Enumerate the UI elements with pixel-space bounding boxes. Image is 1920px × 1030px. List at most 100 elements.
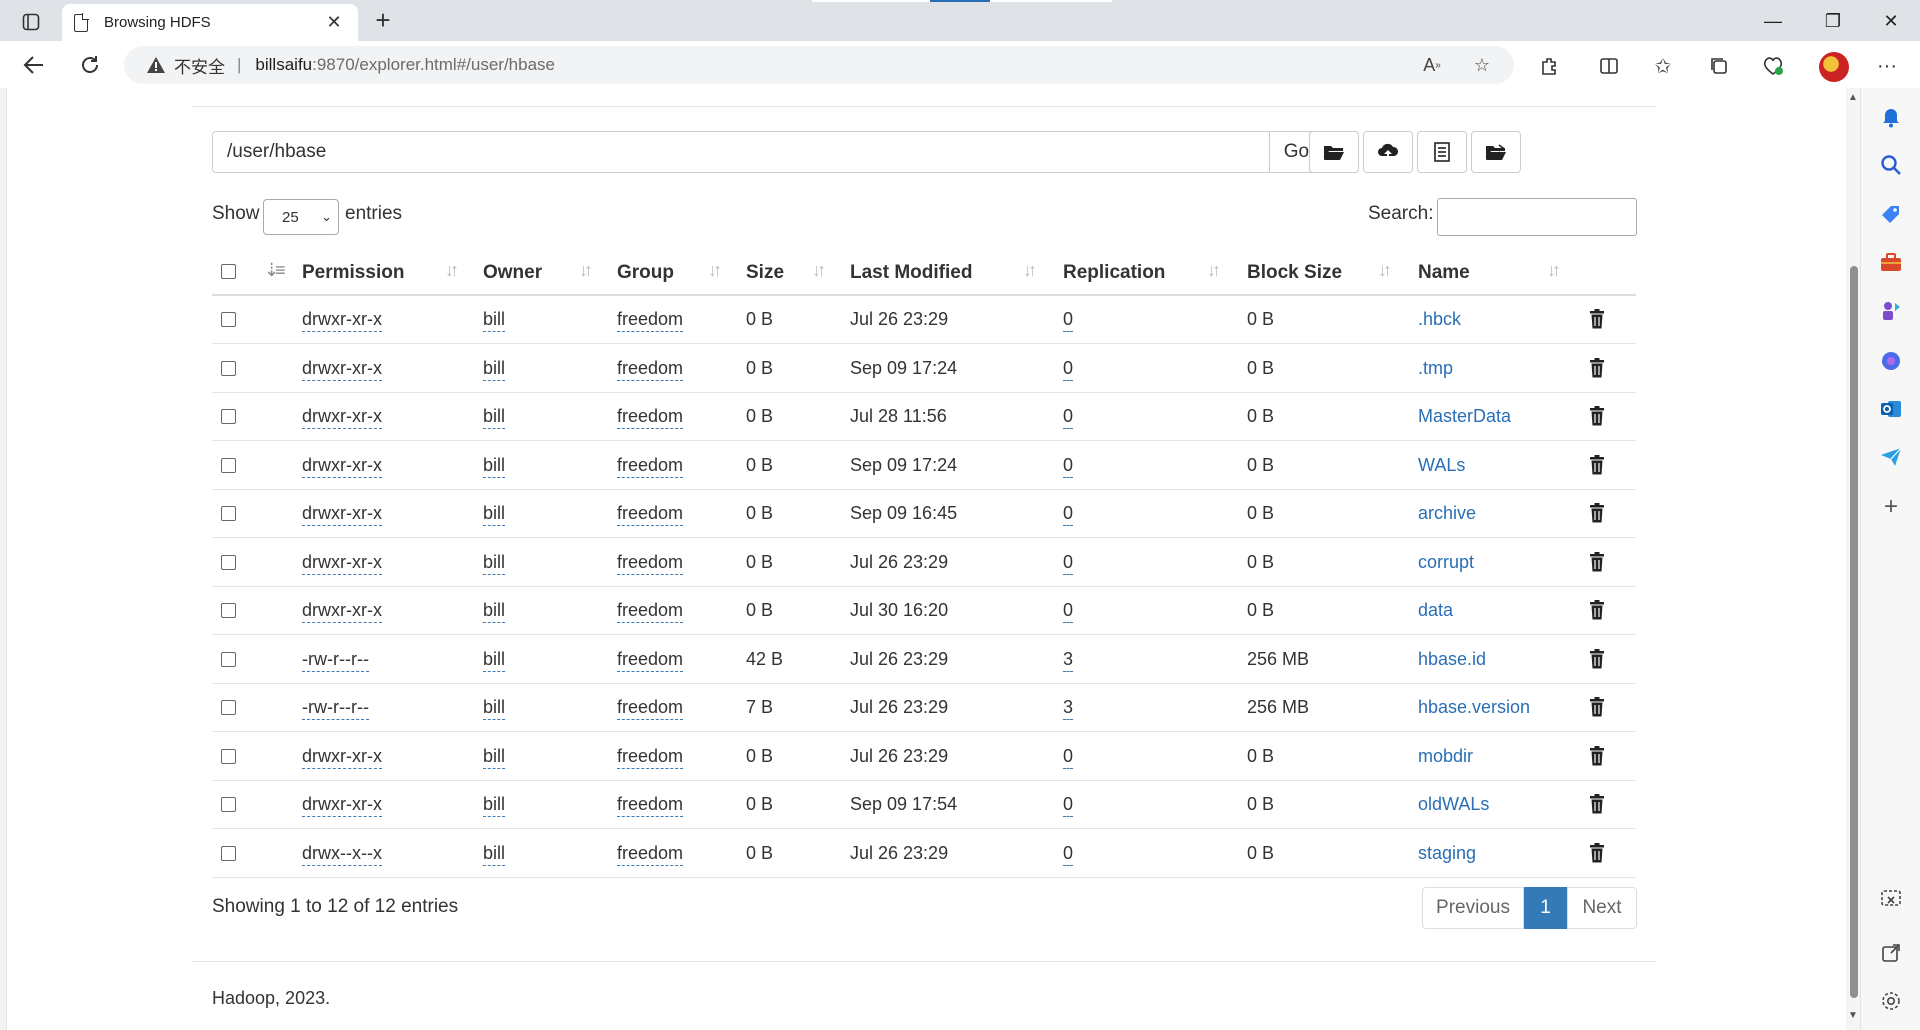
delete-trash-icon[interactable] bbox=[1589, 600, 1605, 620]
delete-trash-icon[interactable] bbox=[1589, 503, 1605, 523]
profile-avatar[interactable] bbox=[1819, 52, 1849, 82]
permission-value[interactable]: drwxr-xr-x bbox=[302, 455, 382, 478]
row-checkbox[interactable] bbox=[221, 748, 236, 764]
reload-button[interactable] bbox=[74, 49, 106, 81]
col-size[interactable]: Size bbox=[746, 262, 784, 284]
permission-value[interactable]: -rw-r--r-- bbox=[302, 697, 369, 720]
group-value[interactable]: freedom bbox=[617, 406, 684, 429]
back-button[interactable] bbox=[18, 49, 50, 81]
owner-value[interactable]: bill bbox=[483, 552, 506, 575]
sort-icon[interactable]: ↓↑ bbox=[1023, 260, 1037, 281]
group-value[interactable]: freedom bbox=[617, 358, 684, 381]
page-1-button[interactable]: 1 bbox=[1524, 887, 1567, 929]
tools-briefcase-icon[interactable] bbox=[1876, 248, 1906, 278]
cut-paste-button[interactable] bbox=[1417, 131, 1467, 173]
owner-value[interactable]: bill bbox=[483, 843, 506, 866]
row-checkbox[interactable] bbox=[221, 797, 236, 812]
file-name-link[interactable]: hbase.id bbox=[1418, 649, 1486, 670]
collections-icon[interactable] bbox=[1702, 49, 1736, 83]
minimize-button[interactable]: — bbox=[1750, 6, 1796, 36]
replication-value[interactable]: 0 bbox=[1063, 746, 1074, 769]
scroll-down-icon[interactable]: ▼ bbox=[1848, 1010, 1858, 1021]
group-value[interactable]: freedom bbox=[617, 794, 684, 817]
owner-value[interactable]: bill bbox=[483, 406, 506, 429]
performance-icon[interactable] bbox=[1756, 49, 1790, 83]
group-value[interactable]: freedom bbox=[617, 843, 684, 866]
split-screen-icon[interactable] bbox=[1592, 49, 1626, 83]
search-input[interactable] bbox=[1437, 198, 1637, 236]
sort-icon[interactable]: ↓↑ bbox=[1378, 260, 1392, 281]
delete-trash-icon[interactable] bbox=[1589, 406, 1605, 426]
permission-value[interactable]: drwxr-xr-x bbox=[302, 309, 382, 332]
replication-value[interactable]: 0 bbox=[1063, 406, 1074, 429]
file-name-link[interactable]: archive bbox=[1418, 503, 1476, 524]
row-checkbox[interactable] bbox=[221, 506, 236, 521]
copilot-icon[interactable] bbox=[1876, 346, 1906, 376]
send-paper-plane-icon[interactable] bbox=[1876, 442, 1906, 472]
tab-close-icon[interactable]: ✕ bbox=[322, 12, 346, 33]
permission-value[interactable]: drwxr-xr-x bbox=[302, 503, 382, 526]
permission-value[interactable]: drwxr-xr-x bbox=[302, 600, 382, 623]
file-name-link[interactable]: staging bbox=[1418, 843, 1476, 864]
owner-value[interactable]: bill bbox=[483, 455, 506, 478]
replication-value[interactable]: 0 bbox=[1063, 309, 1074, 332]
col-owner[interactable]: Owner bbox=[483, 262, 542, 284]
permission-value[interactable]: drwxr-xr-x bbox=[302, 406, 382, 429]
delete-selected-button[interactable] bbox=[1471, 131, 1521, 173]
sort-icon[interactable]: ↓↑ bbox=[445, 260, 459, 281]
delete-trash-icon[interactable] bbox=[1589, 745, 1605, 766]
owner-value[interactable]: bill bbox=[483, 503, 506, 526]
more-menu-icon[interactable]: ··· bbox=[1870, 49, 1904, 83]
permission-value[interactable]: drwxr-xr-x bbox=[302, 794, 382, 817]
file-name-link[interactable]: WALs bbox=[1418, 455, 1465, 476]
row-checkbox[interactable] bbox=[221, 554, 236, 570]
file-name-link[interactable]: .hbck bbox=[1418, 309, 1461, 330]
entries-select[interactable]: 25 ⌄ bbox=[263, 199, 339, 235]
scroll-up-icon[interactable]: ▲ bbox=[1848, 92, 1858, 103]
row-checkbox[interactable] bbox=[221, 312, 236, 327]
group-value[interactable]: freedom bbox=[617, 455, 684, 478]
row-checkbox[interactable] bbox=[221, 651, 236, 667]
delete-trash-icon[interactable] bbox=[1589, 309, 1605, 329]
row-checkbox[interactable] bbox=[221, 603, 236, 618]
delete-trash-icon[interactable] bbox=[1589, 454, 1605, 475]
settings-gear-icon[interactable] bbox=[1876, 986, 1906, 1016]
group-value[interactable]: freedom bbox=[617, 309, 684, 332]
owner-value[interactable]: bill bbox=[483, 309, 506, 332]
owner-value[interactable]: bill bbox=[483, 600, 506, 623]
file-name-link[interactable]: mobdir bbox=[1418, 746, 1473, 767]
file-name-link[interactable]: oldWALs bbox=[1418, 794, 1489, 815]
group-value[interactable]: freedom bbox=[617, 552, 684, 575]
delete-trash-icon[interactable] bbox=[1589, 551, 1605, 572]
row-checkbox[interactable] bbox=[221, 845, 236, 861]
sort-icon[interactable]: ↓↑ bbox=[708, 260, 722, 281]
directory-path-input[interactable]: /user/hbase bbox=[212, 131, 1270, 173]
sort-default-icon[interactable]: ⇣≡ bbox=[264, 260, 286, 281]
replication-value[interactable]: 3 bbox=[1063, 697, 1074, 720]
add-sidebar-app-icon[interactable]: + bbox=[1876, 492, 1906, 522]
new-tab-button[interactable]: + bbox=[368, 6, 398, 36]
permission-value[interactable]: drwxr-xr-x bbox=[302, 358, 382, 381]
previous-button[interactable]: Previous bbox=[1422, 887, 1524, 929]
row-checkbox[interactable] bbox=[221, 457, 236, 473]
permission-value[interactable]: drwx--x--x bbox=[302, 843, 382, 866]
notification-bell-icon[interactable] bbox=[1876, 102, 1906, 132]
row-checkbox[interactable] bbox=[221, 700, 236, 715]
extensions-icon[interactable] bbox=[1532, 49, 1566, 83]
replication-value[interactable]: 3 bbox=[1063, 649, 1074, 672]
file-name-link[interactable]: data bbox=[1418, 600, 1453, 621]
next-button[interactable]: Next bbox=[1567, 887, 1637, 929]
replication-value[interactable]: 0 bbox=[1063, 843, 1074, 866]
replication-value[interactable]: 0 bbox=[1063, 600, 1074, 623]
row-checkbox[interactable] bbox=[221, 360, 236, 376]
replication-value[interactable]: 0 bbox=[1063, 503, 1074, 526]
permission-value[interactable]: -rw-r--r-- bbox=[302, 649, 369, 672]
search-icon[interactable] bbox=[1876, 150, 1906, 180]
group-value[interactable]: freedom bbox=[617, 697, 684, 720]
permission-value[interactable]: drwxr-xr-x bbox=[302, 746, 382, 769]
sort-icon[interactable]: ↓↑ bbox=[579, 260, 593, 281]
owner-value[interactable]: bill bbox=[483, 358, 506, 381]
sort-icon[interactable]: ↓↑ bbox=[1547, 260, 1561, 281]
favorites-icon[interactable]: ✩ bbox=[1646, 49, 1680, 83]
tab-actions-icon[interactable] bbox=[18, 9, 44, 35]
